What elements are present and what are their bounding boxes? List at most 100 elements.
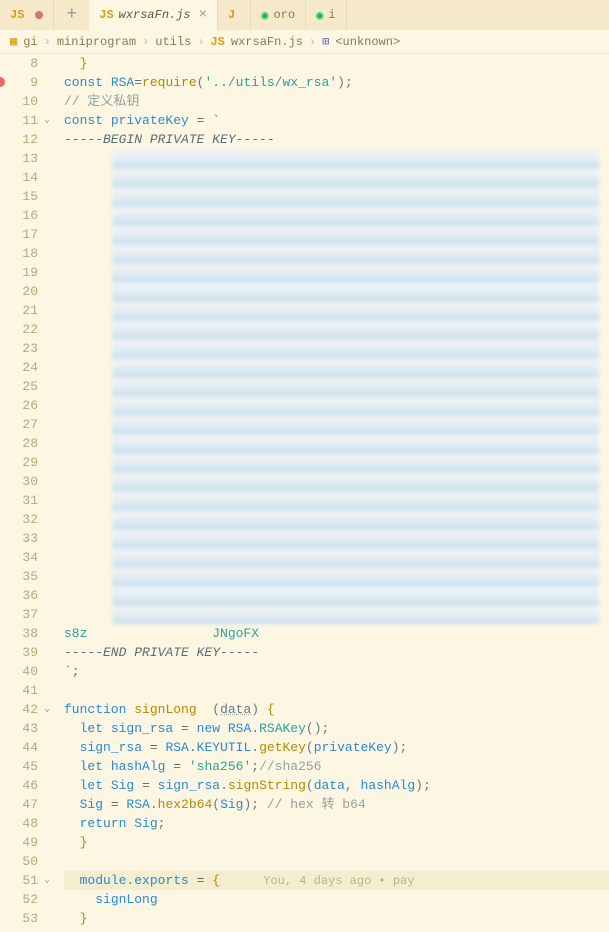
brackets-icon: ⊞ <box>322 34 329 49</box>
breadcrumb-item[interactable]: miniprogram <box>57 35 136 49</box>
close-icon[interactable]: × <box>199 7 207 23</box>
js-icon: JS <box>10 8 24 22</box>
line-number: 23 <box>0 339 38 358</box>
code-line: module.exports = { You, 4 days ago • pay <box>64 871 609 890</box>
line-number: 32 <box>0 510 38 529</box>
code-line: `; <box>64 662 609 681</box>
line-number: 45 <box>0 757 38 776</box>
line-number: 40 <box>0 662 38 681</box>
line-number: 25 <box>0 377 38 396</box>
tab-item[interactable]: J <box>218 0 251 30</box>
code-line: function signLong (data) { <box>64 700 609 719</box>
code-line: sign_rsa = RSA.KEYUTIL.getKey(privateKey… <box>64 738 609 757</box>
git-blame-annotation: You, 4 days ago • pay <box>220 874 414 888</box>
tab-item[interactable]: ◉ i <box>306 0 346 30</box>
breadcrumb-root-icon: ▦ <box>10 34 17 49</box>
js-icon: JS <box>210 35 224 49</box>
editor-tabs: JS + JS wxrsaFn.js × J ◉ oro ◉ i <box>0 0 609 30</box>
wechat-icon: ◉ <box>261 8 268 23</box>
chevron-right-icon: › <box>197 35 204 49</box>
line-number: 36 <box>0 586 38 605</box>
line-number: 13 <box>0 149 38 168</box>
line-number: 29 <box>0 453 38 472</box>
code-line: let Sig = sign_rsa.signString(data, hash… <box>64 776 609 795</box>
line-number: 48 <box>0 814 38 833</box>
code-line: const privateKey = ` <box>64 111 609 130</box>
line-number: 26 <box>0 396 38 415</box>
line-number: 44 <box>0 738 38 757</box>
line-number: 15 <box>0 187 38 206</box>
tab-item-active[interactable]: JS wxrsaFn.js × <box>89 0 218 30</box>
line-number: 37 <box>0 605 38 624</box>
redacted-region <box>112 149 599 624</box>
line-number: 33 <box>0 529 38 548</box>
line-number: 30 <box>0 472 38 491</box>
line-number: 24 <box>0 358 38 377</box>
code-line <box>64 852 609 871</box>
tab-label: wxrsaFn.js <box>119 8 191 22</box>
js-icon: JS <box>99 8 113 22</box>
tab-item[interactable]: JS <box>0 0 54 30</box>
modified-icon <box>35 11 43 19</box>
line-number: 39 <box>0 643 38 662</box>
breakpoint-icon[interactable] <box>0 77 5 87</box>
line-number: 53 <box>0 909 38 928</box>
line-number: 22 <box>0 320 38 339</box>
line-number: 41 <box>0 681 38 700</box>
gutter: 8 9 10 11⌄ 12 13 14 15 16 17 18 19 20 21… <box>0 54 48 931</box>
code-line: } <box>64 833 609 852</box>
code-line: signLong <box>64 890 609 909</box>
line-number: 47 <box>0 795 38 814</box>
code-area[interactable]: } const RSA=require('../utils/wx_rsa'); … <box>48 54 609 931</box>
code-line: -----END PRIVATE KEY----- <box>64 643 609 662</box>
line-number: 38 <box>0 624 38 643</box>
code-line: const RSA=require('../utils/wx_rsa'); <box>64 73 609 92</box>
line-number: 42⌄ <box>0 700 38 719</box>
line-number: 12 <box>0 130 38 149</box>
code-editor[interactable]: 8 9 10 11⌄ 12 13 14 15 16 17 18 19 20 21… <box>0 54 609 931</box>
chevron-right-icon: › <box>309 35 316 49</box>
code-line: s8z JNgoFX <box>64 624 609 643</box>
line-number: 28 <box>0 434 38 453</box>
code-line: } <box>64 909 609 928</box>
js-icon: J <box>228 8 235 22</box>
breadcrumb-item[interactable]: gi <box>23 35 37 49</box>
line-number: 17 <box>0 225 38 244</box>
line-number: 9 <box>0 73 38 92</box>
line-number: 43 <box>0 719 38 738</box>
line-number: 11⌄ <box>0 111 38 130</box>
code-line: Sig = RSA.hex2b64(Sig); // hex 转 b64 <box>64 795 609 814</box>
breadcrumb-item[interactable]: <unknown> <box>335 35 400 49</box>
tab-label: i <box>328 8 335 22</box>
line-number: 49 <box>0 833 38 852</box>
tab-item[interactable]: ◉ oro <box>251 0 306 30</box>
code-line: } <box>64 54 609 73</box>
line-number: 35 <box>0 567 38 586</box>
line-number: 8 <box>0 54 38 73</box>
line-number: 21 <box>0 301 38 320</box>
code-line <box>64 681 609 700</box>
line-number: 10 <box>0 92 38 111</box>
chevron-right-icon: › <box>142 35 149 49</box>
line-number: 14 <box>0 168 38 187</box>
code-line: // 定义私钥 <box>64 92 609 111</box>
line-number: 27 <box>0 415 38 434</box>
line-number: 34 <box>0 548 38 567</box>
line-number: 31 <box>0 491 38 510</box>
chevron-right-icon: › <box>44 35 51 49</box>
code-line: return Sig; <box>64 814 609 833</box>
line-number: 46 <box>0 776 38 795</box>
line-number: 19 <box>0 263 38 282</box>
breadcrumb-item[interactable]: wxrsaFn.js <box>231 35 303 49</box>
line-number: 52 <box>0 890 38 909</box>
tab-label: oro <box>273 8 295 22</box>
line-number: 51⌄ <box>0 871 38 890</box>
breadcrumb: ▦ gi › miniprogram › utils › JS wxrsaFn.… <box>0 30 609 54</box>
code-line: let hashAlg = 'sha256';//sha256 <box>64 757 609 776</box>
new-tab-button[interactable]: + <box>54 5 89 25</box>
code-line: -----BEGIN PRIVATE KEY----- <box>64 130 609 149</box>
breadcrumb-item[interactable]: utils <box>155 35 191 49</box>
line-number: 16 <box>0 206 38 225</box>
wechat-icon: ◉ <box>316 8 323 23</box>
line-number: 20 <box>0 282 38 301</box>
